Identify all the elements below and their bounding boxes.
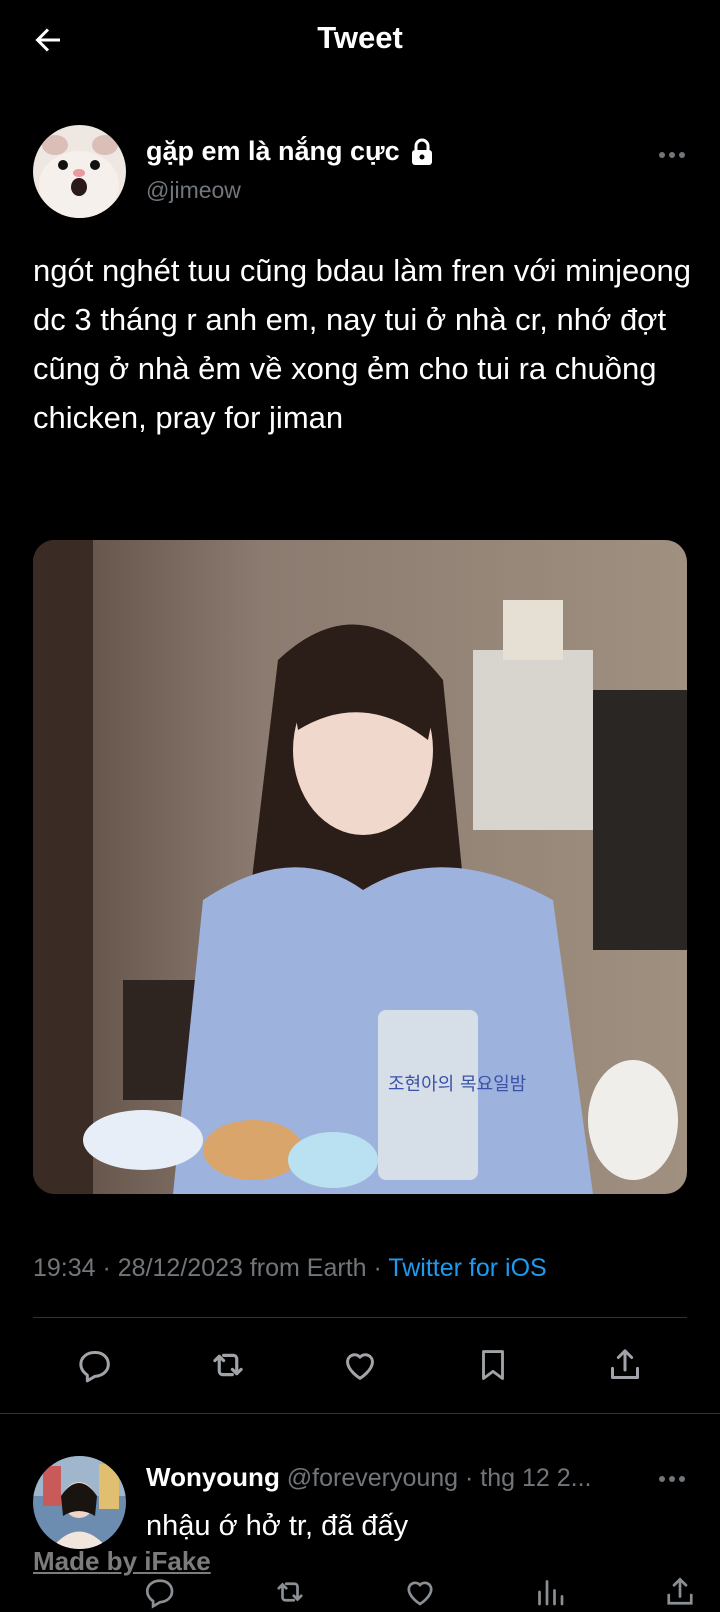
reply-icon [145,1579,174,1609]
tweet-photo[interactable]: 조현아의 목요일밤 [33,540,687,1194]
reply-author-avatar[interactable] [33,1456,126,1549]
tweet-location: from Earth · [242,1254,389,1282]
share-button[interactable] [603,1343,647,1387]
more-icon [659,1476,685,1482]
top-bar: Tweet [0,0,720,84]
reply-author-name[interactable]: Wonyoung [146,1462,280,1492]
views-icon [538,1580,564,1606]
divider [0,1413,720,1414]
more-icon [659,152,685,158]
reply-more-options-button[interactable] [654,1466,690,1492]
author-display-name[interactable]: gặp em là nắng cực [146,136,434,167]
reply-like-button[interactable] [400,1572,440,1612]
reply-action-bar [140,1572,710,1612]
watermark-text: Made by iFake [33,1546,211,1576]
tweet-action-bar [33,1330,687,1400]
reply-share-button[interactable] [660,1572,700,1612]
reply-reply-button[interactable] [140,1572,180,1612]
tweet-meta: 19:34 · 28/12/2023 from Earth · Twitter … [33,1254,547,1283]
like-icon [407,1581,433,1606]
author-name-text: gặp em là nắng cực [146,136,400,166]
retweet-button[interactable] [206,1343,250,1387]
media-overlay-text: 조현아의 목요일밤 [388,1074,526,1095]
share-icon [667,1577,693,1605]
page-title: Tweet [317,20,403,55]
reply-text: nhậu ớ hở tr, đã đấy [146,1510,409,1542]
author-handle[interactable]: @jimeow [146,177,241,204]
reply-views-button[interactable] [530,1572,570,1612]
reply-header: Wonyoung @foreveryoung · thg 12 2... [146,1462,646,1493]
tweet-source-link[interactable]: Twitter for iOS [388,1254,546,1282]
divider [33,1317,687,1318]
reply-retweet-button[interactable] [270,1572,310,1612]
share-icon [611,1349,639,1379]
retweet-icon [277,1582,303,1602]
bookmark-button[interactable] [471,1343,515,1387]
author-avatar[interactable] [33,125,126,218]
bookmark-icon [481,1350,504,1380]
reply-handle-time[interactable]: @foreveryoung · thg 12 2... [280,1464,592,1492]
lock-icon [411,138,432,165]
tweet-text: ngót nghét tuu cũng bdau làm fren với mi… [33,253,691,435]
like-icon [346,1353,374,1380]
retweet-icon [212,1353,243,1377]
tweet-timestamp[interactable]: 19:34 · 28/12/2023 [33,1254,243,1282]
like-button[interactable] [338,1343,382,1387]
reply-icon [79,1351,110,1383]
reply-button[interactable] [73,1343,117,1387]
more-options-button[interactable] [654,142,690,168]
